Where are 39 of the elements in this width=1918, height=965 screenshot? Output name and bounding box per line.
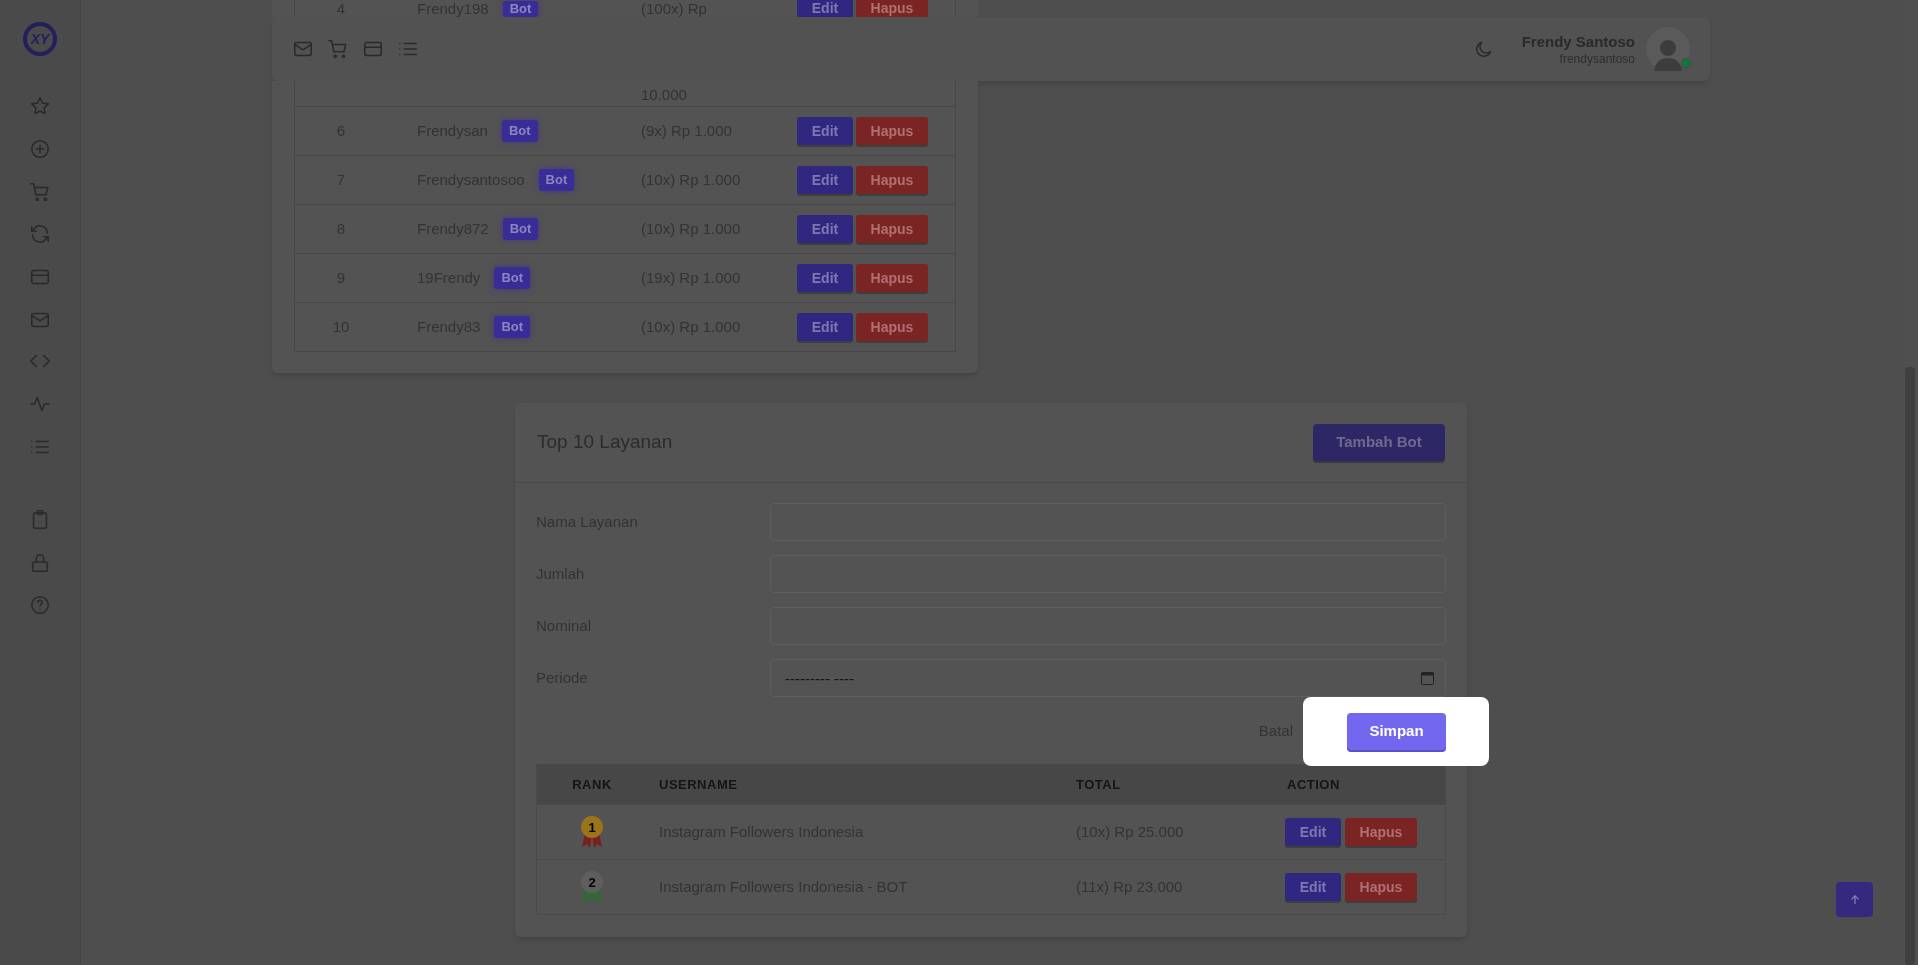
bot-badge: Bot [538, 169, 575, 191]
medal-icon [581, 871, 603, 903]
delete-button[interactable]: Hapus [856, 313, 928, 341]
save-button[interactable]: Simpan [1347, 713, 1446, 750]
star-icon[interactable] [29, 95, 51, 117]
cart-icon[interactable] [327, 38, 349, 60]
medal-icon [581, 816, 603, 848]
user-avatar[interactable] [1646, 27, 1690, 71]
date-field[interactable]: --------- ---- [770, 659, 1446, 697]
delete-button[interactable]: Hapus [856, 264, 928, 292]
bot-badge: Bot [502, 0, 539, 17]
edit-button[interactable]: Edit [797, 264, 853, 292]
edit-button[interactable]: Edit [1285, 818, 1341, 846]
add-bot-button[interactable]: Tambah Bot [1313, 424, 1445, 461]
delete-button[interactable]: Hapus [856, 166, 928, 194]
edit-button[interactable]: Edit [797, 0, 853, 17]
delete-button[interactable]: Hapus [856, 215, 928, 243]
delete-button[interactable]: Hapus [1345, 873, 1417, 901]
lock-icon[interactable] [29, 552, 51, 574]
cart-icon[interactable] [29, 181, 51, 203]
rank-number: 1 [588, 819, 596, 835]
calendar-icon[interactable] [1421, 671, 1434, 685]
scroll-to-top-button[interactable] [1836, 882, 1873, 917]
edit-button[interactable]: Edit [797, 215, 853, 243]
add-circle-icon[interactable] [29, 138, 51, 160]
edit-button[interactable]: Edit [797, 313, 853, 341]
bot-badge: Bot [501, 120, 538, 142]
bot-badge: Bot [494, 267, 531, 289]
edit-button[interactable]: Edit [797, 166, 853, 194]
bot-badge: Bot [494, 316, 531, 338]
delete-button[interactable]: Hapus [1345, 818, 1417, 846]
delete-button[interactable]: Hapus [856, 0, 928, 17]
refresh-icon[interactable] [29, 223, 51, 245]
bot-badge: Bot [502, 218, 539, 240]
delete-button[interactable]: Hapus [856, 117, 928, 145]
edit-button[interactable]: Edit [797, 117, 853, 145]
rank-number: 2 [588, 874, 596, 890]
help-icon[interactable] [29, 594, 51, 616]
edit-button[interactable]: Edit [1285, 873, 1341, 901]
